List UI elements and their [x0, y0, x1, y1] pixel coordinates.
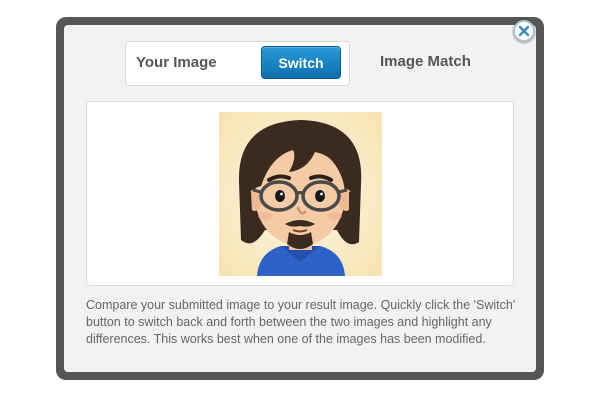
close-icon: [518, 25, 530, 37]
your-image-label: Your Image: [136, 54, 217, 71]
close-button[interactable]: [513, 20, 535, 42]
image-toggle-group: Your Image Switch: [125, 41, 350, 86]
avatar-image: [219, 112, 382, 276]
image-match-label: Image Match: [380, 53, 471, 70]
switch-button[interactable]: Switch: [261, 46, 341, 79]
instructions-text: Compare your submitted image to your res…: [86, 298, 516, 346]
